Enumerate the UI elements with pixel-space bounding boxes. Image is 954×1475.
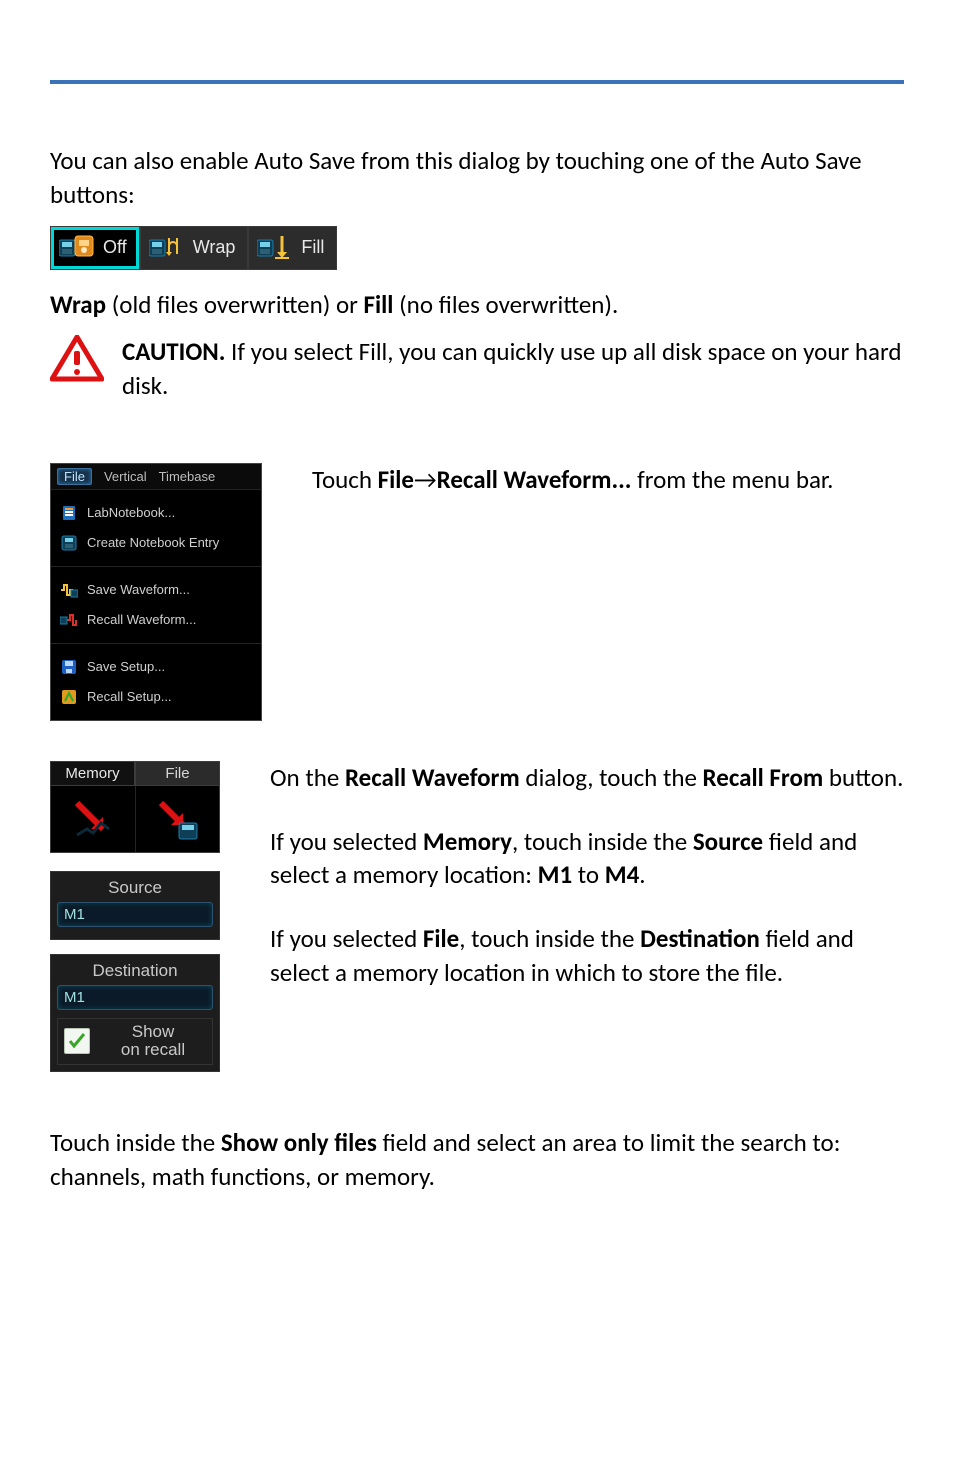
fill-desc: (no files overwritten). bbox=[393, 289, 618, 320]
wrap-desc: (old files overwritten) or bbox=[106, 289, 363, 320]
show-line1: Show bbox=[132, 1022, 175, 1041]
recall-tab-file[interactable]: File bbox=[135, 761, 220, 785]
recall-wave-icon bbox=[59, 611, 79, 629]
menu-create-entry-label: Create Notebook Entry bbox=[87, 535, 219, 550]
s2p2i: . bbox=[639, 859, 645, 890]
s1-suffix: from the menu bar. bbox=[631, 464, 833, 495]
s2p1e: button. bbox=[823, 762, 903, 793]
recall-file-cell[interactable] bbox=[136, 786, 220, 852]
autosave-wrap-button[interactable]: Wrap bbox=[140, 226, 249, 270]
arrow-right-icon: → bbox=[414, 463, 437, 497]
header-rule bbox=[50, 80, 904, 84]
step2-text: On the Recall Waveform dialog, touch the… bbox=[270, 761, 904, 1020]
notebook-icon bbox=[59, 504, 79, 522]
autosave-button-strip: Off Wrap bbox=[50, 226, 440, 270]
caution-icon bbox=[50, 335, 104, 388]
menu-labnotebook[interactable]: LabNotebook... bbox=[51, 498, 261, 528]
source-block: Source M1 bbox=[50, 871, 220, 940]
wrap-fill-text: Wrap (old files overwritten) or Fill (no… bbox=[50, 288, 904, 322]
menu-labnotebook-label: LabNotebook... bbox=[87, 505, 175, 520]
intro-text: You can also enable Auto Save from this … bbox=[50, 144, 904, 212]
source-field[interactable]: M1 bbox=[57, 902, 213, 927]
s2p2c: , touch inside the bbox=[512, 826, 693, 857]
s2p2g: to bbox=[572, 859, 605, 890]
s2p2h: M4 bbox=[605, 859, 640, 890]
s2p2d: Source bbox=[693, 826, 763, 857]
closing-a: Touch inside the bbox=[50, 1127, 221, 1158]
s2p3d: Destination bbox=[640, 923, 760, 954]
autosave-fill-button[interactable]: Fill bbox=[248, 226, 337, 270]
show-on-recall-row[interactable]: Show on recall bbox=[57, 1018, 213, 1065]
s1-file: File bbox=[378, 464, 414, 495]
s2p1b: Recall Waveform bbox=[345, 762, 520, 793]
s2p2f: M1 bbox=[538, 859, 573, 890]
file-arrow-icon bbox=[153, 795, 201, 843]
closing-b: Show only files bbox=[221, 1127, 377, 1158]
menu-recall-waveform-label: Recall Waveform... bbox=[87, 612, 196, 627]
destination-block: Destination M1 Show on recall bbox=[50, 954, 220, 1072]
recall-from-tabs: Memory File bbox=[50, 761, 220, 853]
menu-create-entry[interactable]: Create Notebook Entry bbox=[51, 528, 261, 558]
menu-save-waveform-label: Save Waveform... bbox=[87, 582, 190, 597]
show-on-recall-checkbox[interactable] bbox=[64, 1028, 90, 1054]
closing-text: Touch inside the Show only files field a… bbox=[50, 1126, 904, 1194]
menu-save-setup[interactable]: Save Setup... bbox=[51, 652, 261, 682]
menu-recall-setup[interactable]: Recall Setup... bbox=[51, 682, 261, 712]
fill-bold: Fill bbox=[364, 289, 394, 320]
destination-title: Destination bbox=[51, 961, 219, 981]
save-wave-icon bbox=[59, 581, 79, 599]
disk-small-icon bbox=[59, 534, 79, 552]
recall-tab-memory[interactable]: Memory bbox=[50, 761, 135, 785]
menubar-file[interactable]: File bbox=[57, 468, 92, 485]
checkmark-icon bbox=[68, 1032, 86, 1050]
s2p2a: If you selected bbox=[270, 826, 423, 857]
save-disk-wrap-icon bbox=[147, 233, 187, 263]
autosave-off-button[interactable]: Off bbox=[50, 226, 140, 270]
floppy-icon bbox=[59, 658, 79, 676]
recall-setup-icon bbox=[59, 688, 79, 706]
menu-recall-setup-label: Recall Setup... bbox=[87, 689, 172, 704]
menu-recall-waveform[interactable]: Recall Waveform... bbox=[51, 605, 261, 635]
save-disk-orange-icon bbox=[57, 233, 97, 263]
file-menu-screenshot: File Vertical Timebase LabNotebook... bbox=[50, 463, 262, 721]
recall-memory-cell[interactable] bbox=[51, 786, 136, 852]
save-disk-fill-icon bbox=[255, 233, 295, 263]
source-dest-panel: Source M1 Destination M1 Show on recall bbox=[50, 871, 220, 1072]
step1-text: Touch File → Recall Waveform... from the… bbox=[312, 463, 904, 497]
file-menubar: File Vertical Timebase bbox=[51, 464, 261, 489]
source-title: Source bbox=[51, 878, 219, 898]
menu-save-waveform[interactable]: Save Waveform... bbox=[51, 575, 261, 605]
caution-row: CAUTION. If you select Fill, you can qui… bbox=[50, 335, 904, 403]
memory-arrow-icon bbox=[69, 795, 117, 843]
s2p2b: Memory bbox=[423, 826, 512, 857]
s2p1c: dialog, touch the bbox=[520, 762, 703, 793]
menubar-vertical[interactable]: Vertical bbox=[104, 469, 147, 484]
autosave-off-label: Off bbox=[103, 237, 127, 258]
s2p1a: On the bbox=[270, 762, 345, 793]
s1-prefix: Touch bbox=[312, 464, 378, 495]
menubar-timebase[interactable]: Timebase bbox=[159, 469, 216, 484]
s1-recall: Recall Waveform... bbox=[437, 464, 632, 495]
s2p3a: If you selected bbox=[270, 923, 423, 954]
show-line2: on recall bbox=[121, 1040, 185, 1059]
autosave-wrap-label: Wrap bbox=[193, 237, 236, 258]
step1-row: File Vertical Timebase LabNotebook... bbox=[50, 463, 904, 721]
caution-label: CAUTION. bbox=[122, 336, 225, 367]
destination-field[interactable]: M1 bbox=[57, 985, 213, 1010]
s2p3c: , touch inside the bbox=[459, 923, 640, 954]
wrap-bold: Wrap bbox=[50, 289, 106, 320]
autosave-fill-label: Fill bbox=[301, 237, 324, 258]
s2p3b: File bbox=[423, 923, 459, 954]
step2-row: Memory File bbox=[50, 761, 904, 1086]
caution-text: CAUTION. If you select Fill, you can qui… bbox=[122, 335, 904, 403]
caution-body: If you select Fill, you can quickly use … bbox=[122, 336, 902, 401]
menu-save-setup-label: Save Setup... bbox=[87, 659, 165, 674]
show-on-recall-label: Show on recall bbox=[100, 1023, 206, 1060]
s2p1d: Recall From bbox=[703, 762, 824, 793]
